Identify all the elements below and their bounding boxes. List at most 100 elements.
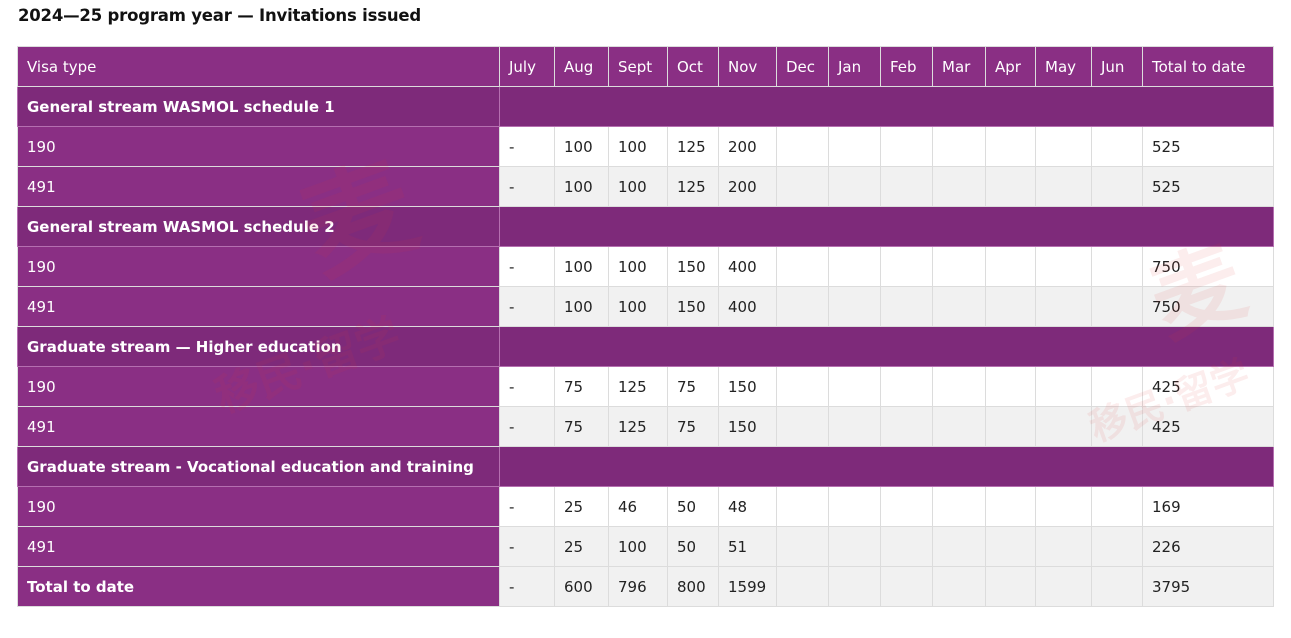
table-cell [776, 166, 829, 207]
table-cell: 400 [718, 286, 777, 327]
column-header-dec: Dec [776, 46, 829, 87]
table-cell [1091, 566, 1143, 607]
table-cell [1091, 526, 1143, 567]
column-header-sept: Sept [608, 46, 668, 87]
table-cell [1035, 526, 1092, 567]
table-row: 491-100 100 125 200 525 [17, 166, 1274, 207]
table-cell: 200 [718, 126, 777, 167]
table-cell [776, 366, 829, 407]
header-row: Visa type July Aug Sept Oct Nov Dec Jan Feb Mar Ap… [17, 46, 1274, 87]
section-title: General stream WASMOL schedule 1 [17, 86, 500, 127]
row-total-cell: 750 [1142, 246, 1274, 287]
table-cell: 51 [718, 526, 777, 567]
section-filler [499, 86, 1274, 127]
table-cell: 150 [667, 286, 719, 327]
row-total-cell: 169 [1142, 486, 1274, 527]
row-label: 190 [17, 246, 500, 287]
table-cell: 125 [667, 166, 719, 207]
table-cell: 25 [554, 526, 609, 567]
column-header-mar: Mar [932, 46, 986, 87]
row-label: 190 [17, 126, 500, 167]
table-cell [828, 566, 881, 607]
table-cell [932, 246, 986, 287]
row-label: Total to date [17, 566, 500, 607]
table-cell [985, 166, 1036, 207]
table-cell: 100 [608, 166, 668, 207]
table-cell [1035, 366, 1092, 407]
table-cell [1035, 286, 1092, 327]
column-header-jun: Jun [1091, 46, 1143, 87]
table-cell: 1599 [718, 566, 777, 607]
total-row: Total to date -600 796 800 1599 3795 [17, 566, 1274, 607]
table-cell: - [499, 126, 555, 167]
table-row: 190-100 100 150 400 750 [17, 246, 1274, 287]
row-total-cell: 226 [1142, 526, 1274, 567]
table-cell [1091, 486, 1143, 527]
column-header-total-to-date: Total to date [1142, 46, 1274, 87]
table-cell [828, 526, 881, 567]
table-cell: 100 [608, 286, 668, 327]
table-cell [776, 526, 829, 567]
table-cell [828, 486, 881, 527]
table-cell [776, 246, 829, 287]
table-cell [880, 526, 933, 567]
table-cell: 100 [554, 286, 609, 327]
row-label: 190 [17, 486, 500, 527]
section-title: General stream WASMOL schedule 2 [17, 206, 500, 247]
row-label: 190 [17, 366, 500, 407]
section-filler [499, 446, 1274, 487]
table-cell: 100 [554, 126, 609, 167]
table-cell: 400 [718, 246, 777, 287]
table-cell: 100 [608, 126, 668, 167]
table-cell [1091, 366, 1143, 407]
table-cell: 800 [667, 566, 719, 607]
table-cell [985, 126, 1036, 167]
section-filler [499, 326, 1274, 367]
row-label: 491 [17, 286, 500, 327]
table-cell: 200 [718, 166, 777, 207]
section-header-row: General stream WASMOL schedule 1 [17, 86, 1274, 127]
table-cell [1091, 406, 1143, 447]
table-cell [880, 246, 933, 287]
table-cell [776, 566, 829, 607]
table-cell [776, 286, 829, 327]
table-cell: 100 [608, 246, 668, 287]
table-cell: 100 [608, 526, 668, 567]
section-header-row: Graduate stream - Vocational education a… [17, 446, 1274, 487]
table-cell [776, 406, 829, 447]
table-cell: - [499, 566, 555, 607]
table-cell [932, 486, 986, 527]
table-cell [932, 526, 986, 567]
table-cell [828, 366, 881, 407]
table-header: Visa type July Aug Sept Oct Nov Dec Jan Feb Mar Ap… [17, 46, 1274, 87]
table-cell: 75 [554, 406, 609, 447]
table-cell [776, 486, 829, 527]
table-cell [932, 166, 986, 207]
page-title: 2024—25 program year — Invitations issue… [18, 6, 421, 25]
table-cell [1091, 246, 1143, 287]
table-cell [1035, 566, 1092, 607]
table-cell [985, 286, 1036, 327]
table-cell [880, 366, 933, 407]
table-cell: 50 [667, 526, 719, 567]
table-cell [828, 126, 881, 167]
row-total-cell: 750 [1142, 286, 1274, 327]
table-cell [880, 126, 933, 167]
table-cell: - [499, 286, 555, 327]
row-total-cell: 3795 [1142, 566, 1274, 607]
table-cell: 125 [667, 126, 719, 167]
table-cell [932, 126, 986, 167]
table-cell [880, 166, 933, 207]
row-label: 491 [17, 526, 500, 567]
table-cell: 75 [667, 366, 719, 407]
table-row: 491-100 100 150 400 750 [17, 286, 1274, 327]
table-row: 190-75 125 75 150 425 [17, 366, 1274, 407]
table-cell: 125 [608, 366, 668, 407]
table-cell [880, 566, 933, 607]
section-header-row: General stream WASMOL schedule 2 [17, 206, 1274, 247]
table-cell [1035, 486, 1092, 527]
table-body: General stream WASMOL schedule 1 190-100 1… [17, 86, 1274, 607]
table-cell [828, 246, 881, 287]
column-header-july: July [499, 46, 555, 87]
table-cell: - [499, 166, 555, 207]
